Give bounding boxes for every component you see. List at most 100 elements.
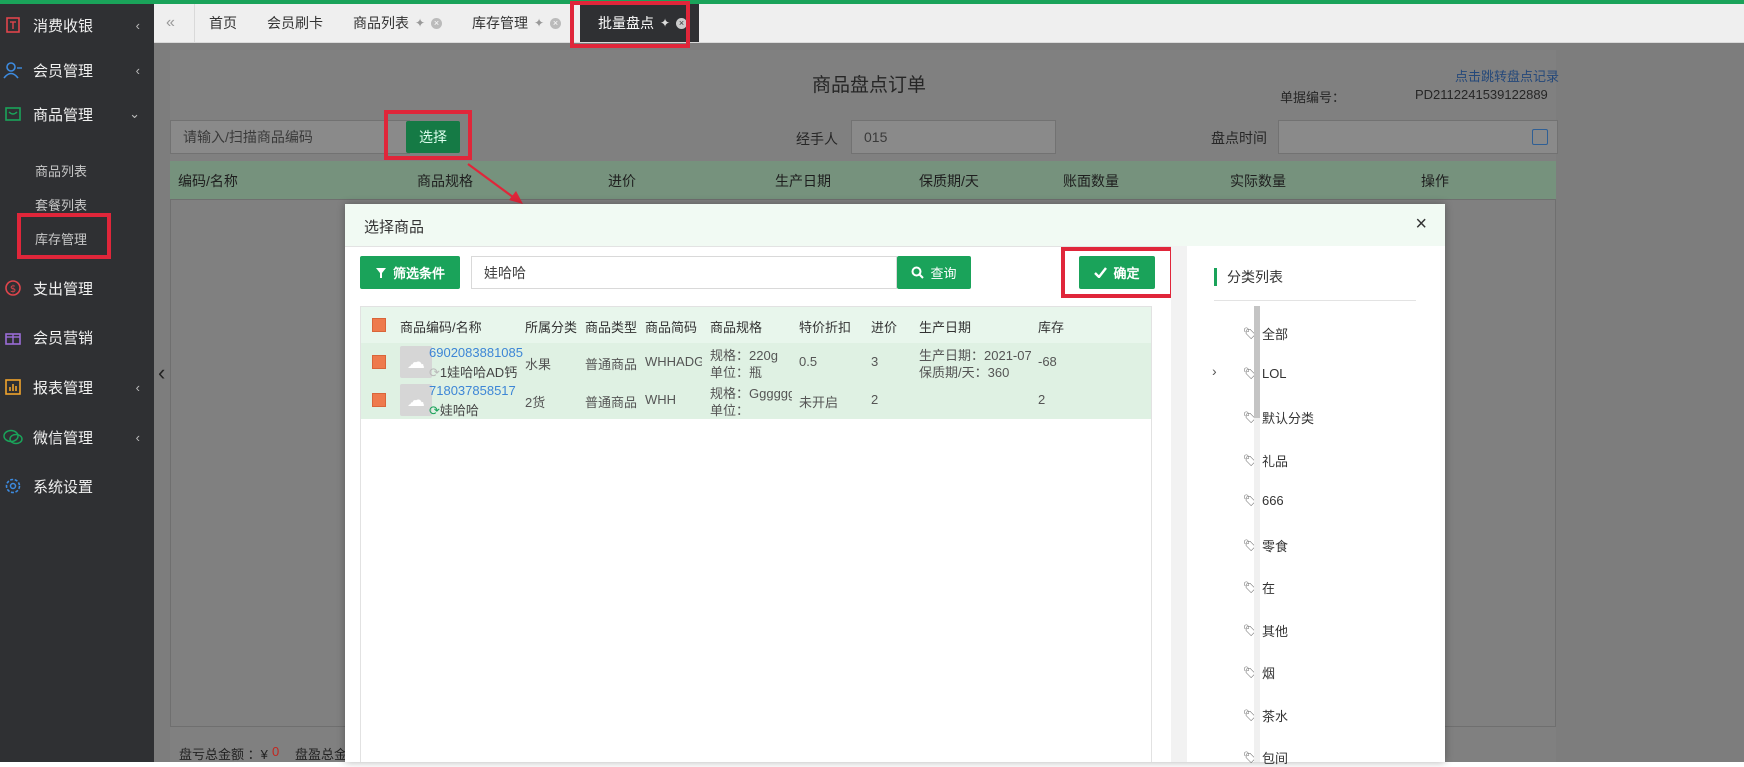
sidebar-subitem-product-list[interactable]: 商品列表 bbox=[35, 161, 87, 180]
product-price: 2 bbox=[871, 392, 879, 407]
category-item-lol[interactable]: 🏷 LOL bbox=[1243, 366, 1287, 381]
category-item-all[interactable]: 🏷 全部 bbox=[1243, 324, 1288, 343]
category-scrollbar-thumb[interactable] bbox=[1254, 306, 1260, 418]
sidebar-item-reports[interactable]: 报表管理 ‹ bbox=[0, 367, 154, 407]
category-label: 烟 bbox=[1261, 666, 1275, 681]
tab-batch-stocktake[interactable]: 批量盘点 ✦ × bbox=[580, 4, 700, 42]
table-row[interactable]: ☁ 6902083881085 ⟳1娃哈哈AD钙奶 水果 普通商品 WHHADG… bbox=[361, 343, 1151, 381]
product-name: ⟳1娃哈哈AD钙奶 bbox=[429, 362, 517, 381]
close-icon[interactable]: × bbox=[1415, 213, 1427, 236]
pin-icon[interactable]: ✦ bbox=[534, 16, 544, 30]
sidebar-item-wechat[interactable]: 微信管理 ‹ bbox=[0, 417, 154, 457]
tab-home[interactable]: 首页 bbox=[209, 4, 237, 42]
category-label: 全部 bbox=[1261, 327, 1288, 342]
sidebar-item-goods[interactable]: 商品管理 ⌄ bbox=[0, 94, 154, 134]
confirm-button[interactable]: 确定 bbox=[1079, 256, 1155, 289]
sidebar-subitem-inventory[interactable]: 库存管理 bbox=[35, 229, 87, 248]
column-header: 保质期/天 bbox=[919, 173, 979, 189]
product-type: 普通商品 bbox=[585, 357, 638, 372]
chevron-left-icon: ‹ bbox=[135, 62, 140, 78]
category-item-666[interactable]: 🏷 666 bbox=[1243, 493, 1284, 508]
product-image-icon: ☁ bbox=[400, 346, 432, 378]
column-header: 商品类型 bbox=[585, 320, 638, 335]
panel-separator bbox=[1171, 246, 1187, 762]
close-icon[interactable]: × bbox=[431, 17, 443, 29]
chevron-right-icon[interactable]: › bbox=[1212, 363, 1217, 379]
sidebar-item-label: 微信管理 bbox=[33, 429, 94, 447]
category-label: 其他 bbox=[1261, 624, 1288, 639]
category-item-other[interactable]: 🏷 其他 bbox=[1243, 621, 1288, 640]
tab-product-list[interactable]: 商品列表 ✦ × bbox=[353, 4, 443, 42]
chevron-left-icon: ‹ bbox=[135, 379, 140, 395]
tab-member-card[interactable]: 会员刷卡 bbox=[267, 4, 323, 42]
cash-register-icon bbox=[3, 15, 23, 35]
product-code[interactable]: 718037858517 bbox=[429, 383, 516, 398]
column-header: 商品规格 bbox=[710, 320, 763, 335]
table-row[interactable]: ☁ 718037858517 ⟳娃哈哈 2货 普通商品 WHH 规格：Ggggg… bbox=[361, 381, 1151, 419]
row-checkbox[interactable] bbox=[372, 393, 386, 407]
svg-text:$: $ bbox=[10, 284, 16, 295]
filter-button[interactable]: 筛选条件 bbox=[360, 256, 460, 289]
query-button-label: 查询 bbox=[930, 266, 957, 281]
goods-table: 商品编码/名称 所属分类 商品类型 商品简码 商品规格 特价折扣 进价 生产日期… bbox=[360, 306, 1152, 762]
category-item-room[interactable]: 🏷 包间 bbox=[1243, 748, 1288, 767]
goods-icon bbox=[3, 104, 23, 124]
column-header: 商品简码 bbox=[645, 320, 698, 335]
select-all-checkbox[interactable] bbox=[372, 318, 386, 332]
user-icon bbox=[3, 60, 23, 80]
sidebar-subitem-package-list[interactable]: 套餐列表 bbox=[35, 195, 87, 214]
stocktake-time-input[interactable] bbox=[1278, 120, 1558, 154]
column-header: 编码/名称 bbox=[178, 173, 238, 189]
product-code[interactable]: 6902083881085 bbox=[429, 345, 523, 360]
handler-label: 经手人 bbox=[796, 131, 838, 147]
tab-label: 会员刷卡 bbox=[267, 15, 323, 31]
pin-icon[interactable]: ✦ bbox=[660, 16, 670, 30]
category-title: 分类列表 bbox=[1214, 268, 1283, 286]
tab-bar: « 首页 会员刷卡 商品列表 ✦ × 库存管理 ✦ × 批量盘点 ✦ × bbox=[154, 4, 1744, 43]
pin-icon[interactable]: ✦ bbox=[415, 16, 425, 30]
order-no-label: 单据编号： bbox=[1280, 90, 1346, 105]
query-button[interactable]: 查询 bbox=[897, 256, 971, 289]
refresh-icon: ⟳ bbox=[429, 365, 440, 380]
gear-icon bbox=[3, 476, 23, 496]
product-category: 水果 bbox=[525, 357, 552, 372]
sidebar-item-marketing[interactable]: 会员营销 bbox=[0, 317, 154, 357]
product-name-text: 1娃哈哈AD钙奶 bbox=[439, 365, 517, 380]
close-icon[interactable]: × bbox=[550, 17, 562, 29]
sidebar-item-label: 会员管理 bbox=[33, 62, 94, 80]
goods-search-input[interactable]: 娃哈哈 bbox=[471, 256, 897, 289]
row-checkbox[interactable] bbox=[372, 355, 386, 369]
tab-label: 库存管理 bbox=[472, 15, 528, 31]
close-icon[interactable]: × bbox=[676, 17, 688, 29]
tab-label: 批量盘点 bbox=[598, 15, 654, 31]
product-category: 2货 bbox=[525, 395, 546, 410]
sidebar-item-members[interactable]: 会员管理 ‹ bbox=[0, 50, 154, 90]
category-item-snacks[interactable]: 🏷 零食 bbox=[1243, 536, 1288, 555]
stocktake-table-header: 编码/名称 商品规格 进价 生产日期 保质期/天 账面数量 实际数量 操作 bbox=[170, 161, 1556, 199]
order-no-value: PD2112241539122889 bbox=[1415, 87, 1548, 102]
column-header: 生产日期 bbox=[919, 320, 972, 335]
category-item-tea[interactable]: 🏷 茶水 bbox=[1243, 706, 1288, 725]
sidebar-item-checkout[interactable]: 消费收银 ‹ bbox=[0, 5, 154, 45]
category-label: 在 bbox=[1261, 581, 1275, 596]
chevron-left-icon: ‹ bbox=[135, 429, 140, 445]
product-short-code: WHH bbox=[645, 392, 677, 407]
collapse-tabs-icon[interactable]: « bbox=[166, 4, 175, 42]
handler-input[interactable]: 015 bbox=[851, 120, 1056, 154]
product-discount: 未开启 bbox=[799, 395, 839, 410]
goods-table-header: 商品编码/名称 所属分类 商品类型 商品简码 商品规格 特价折扣 进价 生产日期… bbox=[361, 307, 1151, 344]
sidebar-item-label: 消费收银 bbox=[33, 17, 94, 35]
scan-code-input[interactable]: 请输入/扫描商品编码 bbox=[170, 120, 410, 154]
product-stock: 2 bbox=[1038, 392, 1046, 407]
refresh-icon: ⟳ bbox=[429, 403, 440, 418]
category-item-gift[interactable]: 🏷 礼品 bbox=[1243, 451, 1288, 470]
sidebar-item-settings[interactable]: 系统设置 bbox=[0, 466, 154, 506]
record-link[interactable]: 点击跳转盘点记录 bbox=[1455, 66, 1559, 85]
select-button[interactable]: 选择 bbox=[406, 121, 460, 153]
tab-inventory[interactable]: 库存管理 ✦ × bbox=[472, 4, 562, 42]
calendar-icon[interactable] bbox=[1532, 129, 1548, 145]
product-unit: 单位：瓶 bbox=[710, 365, 763, 380]
column-header: 操作 bbox=[1421, 173, 1449, 189]
sidebar-item-expense[interactable]: $ 支出管理 bbox=[0, 268, 154, 308]
chevron-left-icon[interactable]: ‹ bbox=[158, 360, 165, 386]
